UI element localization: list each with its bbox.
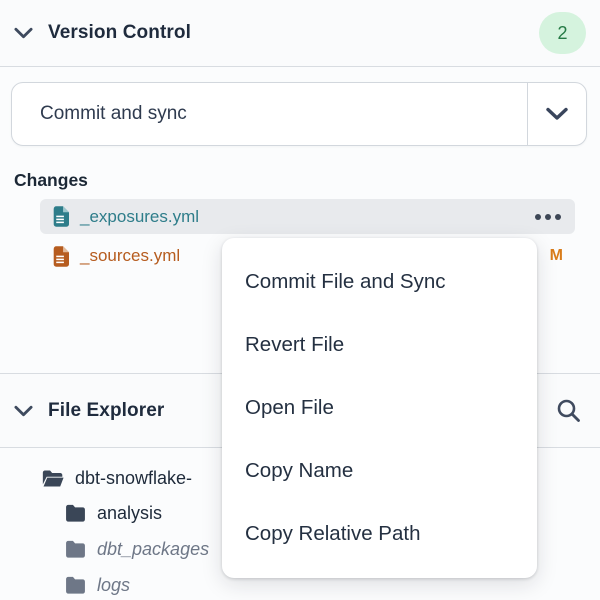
menu-item-copy-name[interactable]: Copy Name — [222, 439, 537, 502]
file-explorer-collapse-chevron-icon[interactable] — [14, 405, 33, 417]
tree-item-label: analysis — [97, 503, 162, 524]
commit-action-dropdown[interactable]: Commit and sync — [11, 82, 587, 146]
changed-file-name: _sources.yml — [80, 246, 180, 266]
tree-item-label: dbt-snowflake- — [75, 468, 192, 489]
modified-status-badge: M — [550, 247, 563, 265]
tree-item-label: dbt_packages — [97, 539, 209, 560]
yaml-file-icon — [52, 206, 69, 227]
folder-open-icon — [42, 469, 64, 488]
folder-icon — [65, 504, 86, 522]
version-control-header: Version Control 2 — [0, 0, 600, 67]
tree-item-dbt-packages[interactable]: dbt_packages — [65, 534, 209, 564]
file-context-menu: Commit File and Sync Revert File Open Fi… — [222, 238, 537, 578]
tree-item-project-root[interactable]: dbt-snowflake- — [42, 463, 192, 493]
menu-item-open-file[interactable]: Open File — [222, 376, 537, 439]
folder-icon — [65, 576, 86, 594]
changes-section-label: Changes — [14, 170, 88, 191]
menu-item-copy-relative-path[interactable]: Copy Relative Path — [222, 502, 537, 565]
version-control-title: Version Control — [48, 22, 191, 44]
tree-item-label: logs — [97, 575, 130, 596]
version-control-collapse-chevron-icon[interactable] — [14, 27, 33, 39]
folder-icon — [65, 540, 86, 558]
menu-item-commit-file-and-sync[interactable]: Commit File and Sync — [222, 250, 537, 313]
file-actions-ellipsis-icon[interactable] — [533, 212, 563, 222]
commit-action-selected-value: Commit and sync — [12, 83, 527, 145]
menu-item-revert-file[interactable]: Revert File — [222, 313, 537, 376]
changed-file-row-exposures[interactable]: _exposures.yml — [40, 199, 575, 234]
changes-count-badge: 2 — [539, 12, 586, 54]
dropdown-caret-section[interactable] — [527, 83, 586, 145]
yaml-file-icon — [52, 246, 69, 267]
changed-file-name: _exposures.yml — [80, 207, 199, 227]
search-icon[interactable] — [551, 397, 586, 424]
file-explorer-title: File Explorer — [48, 400, 164, 422]
chevron-down-icon — [545, 107, 569, 121]
tree-item-analysis[interactable]: analysis — [65, 498, 162, 528]
tree-item-logs[interactable]: logs — [65, 570, 130, 600]
